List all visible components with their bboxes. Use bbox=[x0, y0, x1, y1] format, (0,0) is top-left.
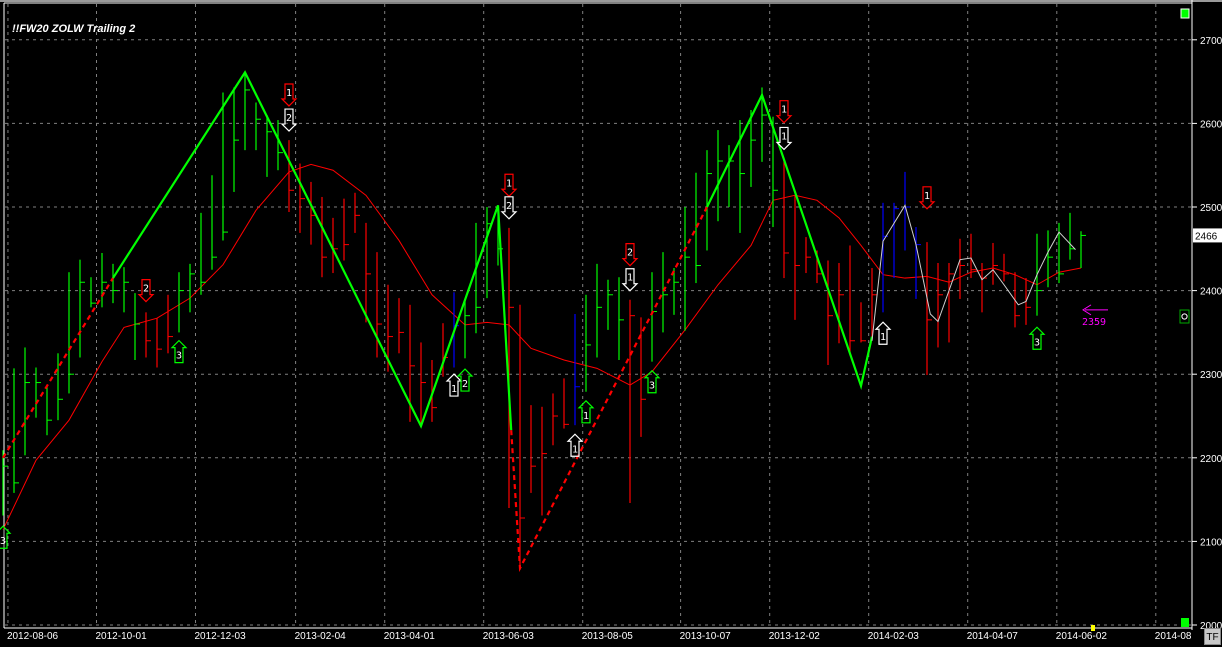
signal-label: 3 bbox=[649, 381, 655, 392]
zigzag-segment bbox=[706, 92, 874, 390]
signal-label: 1 bbox=[781, 131, 787, 142]
signal-label: 2 bbox=[462, 379, 468, 390]
price-chart[interactable]: 323121 2121121311113 2359 200021002200230… bbox=[0, 0, 1222, 647]
x-axis: 2012-08-06 2012-10-01 2012-12-03 2013-02-04… bbox=[7, 631, 1192, 642]
signal-label: 2 bbox=[506, 201, 512, 212]
signal-arrows: 323121 2121121311113 bbox=[0, 83, 1046, 549]
x-tick-label: 2013-06-03 bbox=[483, 631, 535, 642]
zigzag-dashed-segment bbox=[510, 206, 708, 573]
signal-label: 1 bbox=[924, 191, 930, 202]
last-price-label: 2466 bbox=[1195, 231, 1218, 242]
x-tick-label: 2014-06-02 bbox=[1056, 631, 1108, 642]
swing-line bbox=[871, 204, 1076, 341]
chart-title: !!FW20 ZOLW Trailing 2 bbox=[12, 23, 136, 35]
signal-label: 1 bbox=[286, 88, 292, 99]
x-tick-label: 2012-10-01 bbox=[96, 631, 148, 642]
zigzag-layer bbox=[2, 70, 874, 573]
axis-marker-box[interactable] bbox=[1179, 309, 1190, 324]
target-price-label: 2359 bbox=[1082, 317, 1106, 328]
signal-label: 3 bbox=[0, 536, 6, 547]
signal-label: 2 bbox=[143, 284, 149, 295]
x-tick-label: 2014-02-03 bbox=[868, 631, 920, 642]
timeframe-button[interactable]: TF bbox=[1204, 628, 1221, 645]
swing-line-layer bbox=[871, 204, 1076, 341]
x-tick-label: 2013-12-02 bbox=[769, 631, 821, 642]
signal-label: 1 bbox=[627, 273, 633, 284]
y-tick-label: 2300 bbox=[1200, 370, 1222, 381]
signal-label: 1 bbox=[880, 332, 886, 343]
signal-label: 2 bbox=[286, 113, 292, 124]
x-tick-label: 2014-08 bbox=[1155, 631, 1192, 642]
y-tick-label: 2600 bbox=[1200, 119, 1222, 130]
selected-bar-marker[interactable] bbox=[1091, 625, 1095, 631]
grid bbox=[5, 4, 1191, 627]
y-tick-label: 2100 bbox=[1200, 537, 1222, 548]
scroll-top-handle[interactable] bbox=[1180, 8, 1190, 19]
signal-label: 1 bbox=[583, 411, 589, 422]
x-tick-label: 2013-08-05 bbox=[582, 631, 634, 642]
x-tick-label: 2013-02-04 bbox=[295, 631, 347, 642]
y-tick-label: 2500 bbox=[1200, 203, 1222, 214]
y-tick-label: 2400 bbox=[1200, 287, 1222, 298]
signal-label: 1 bbox=[506, 178, 512, 189]
x-tick-label: 2012-08-06 bbox=[7, 631, 59, 642]
x-tick-label: 2013-04-01 bbox=[384, 631, 436, 642]
y-tick-label: 2700 bbox=[1200, 36, 1222, 47]
ohlc-bars bbox=[2, 72, 1086, 570]
y-axis: 200021002200230024002500260027002466 bbox=[1192, 36, 1222, 632]
signal-label: 1 bbox=[451, 384, 457, 395]
y-tick-label: 2200 bbox=[1200, 454, 1222, 465]
signal-label: 2 bbox=[627, 248, 633, 259]
signal-label: 1 bbox=[781, 105, 787, 116]
x-tick-label: 2014-04-07 bbox=[967, 631, 1019, 642]
signal-label: 3 bbox=[1034, 337, 1040, 348]
target-marker: 2359 bbox=[1082, 304, 1108, 328]
x-tick-label: 2013-10-07 bbox=[680, 631, 732, 642]
x-tick-label: 2012-12-03 bbox=[195, 631, 247, 642]
scroll-bottom-handle[interactable] bbox=[1181, 618, 1189, 627]
signal-label: 3 bbox=[176, 351, 182, 362]
signal-label: 1 bbox=[572, 444, 578, 455]
